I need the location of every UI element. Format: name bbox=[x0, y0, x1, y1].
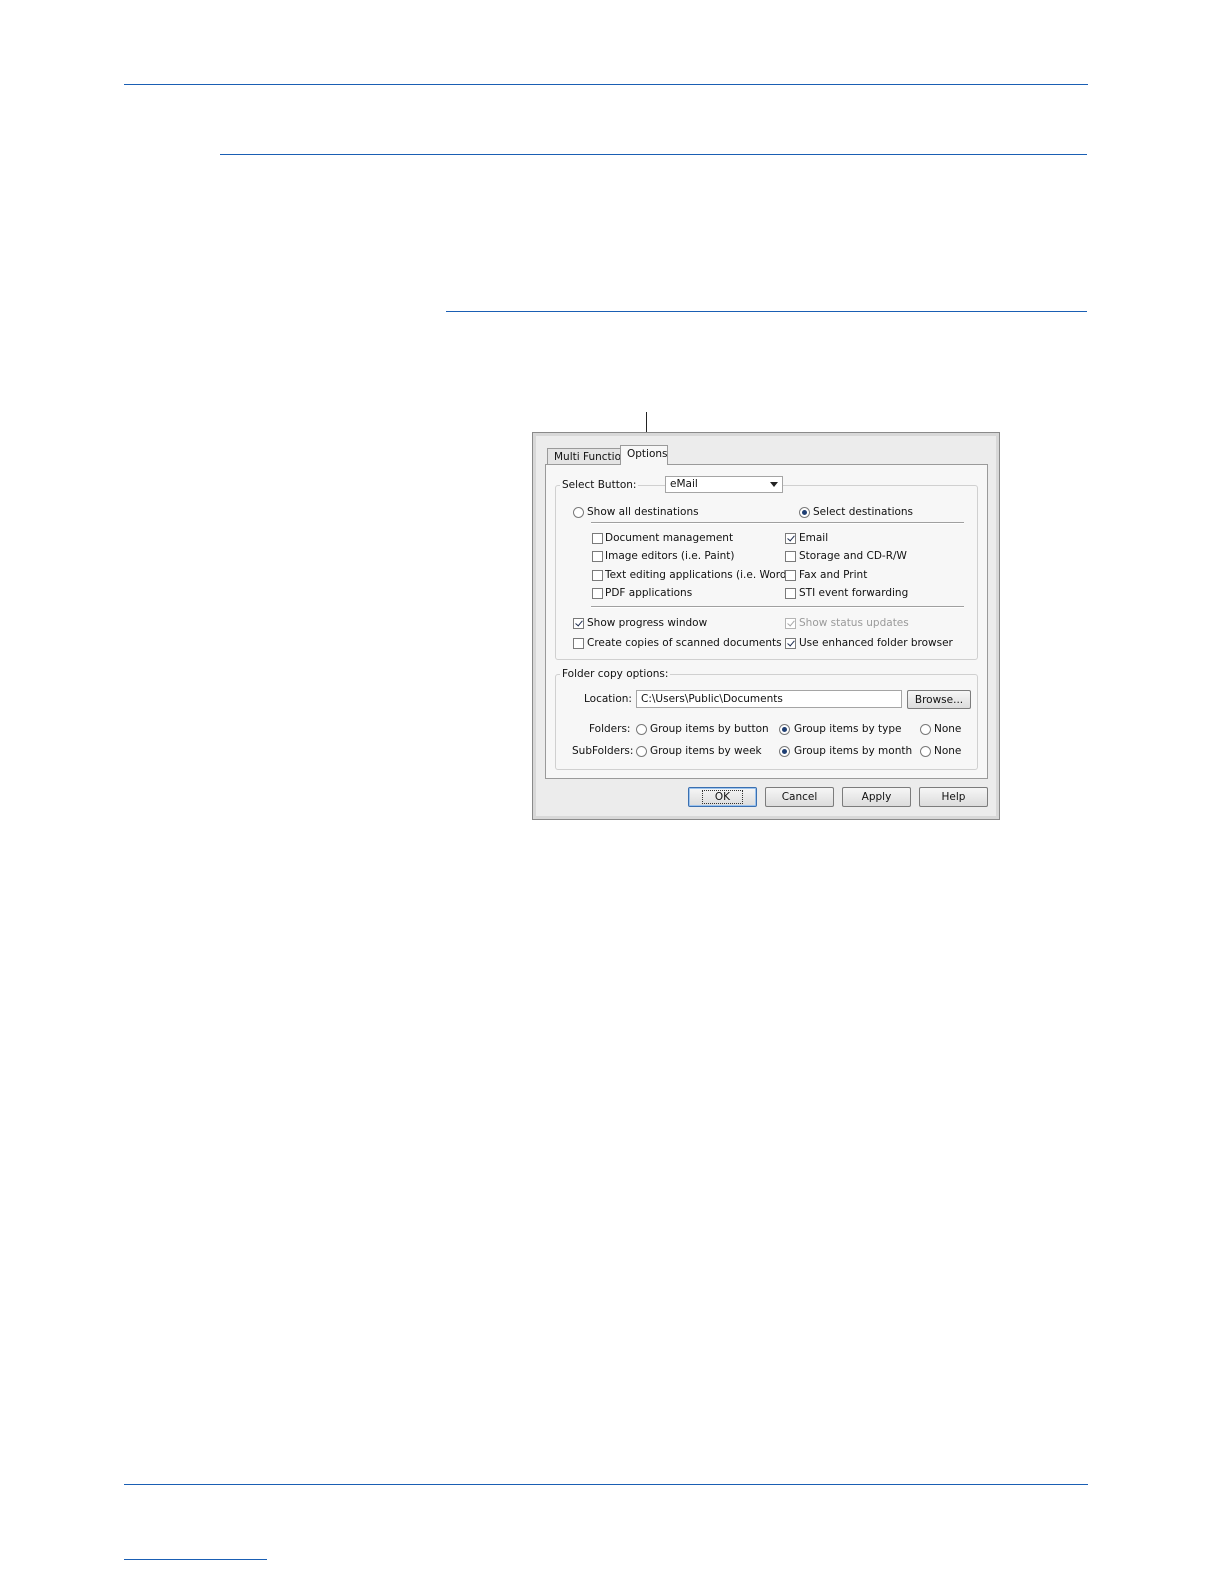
create-copies-label: Create copies of scanned documents bbox=[587, 637, 782, 649]
subfolders-none-radio[interactable] bbox=[920, 746, 931, 757]
tab-label: Options bbox=[627, 448, 668, 460]
image-editors-label: Image editors (i.e. Paint) bbox=[605, 550, 735, 562]
subfolders-option-label: None bbox=[934, 745, 962, 757]
subfolders-option-label: Group items by month bbox=[794, 745, 913, 757]
folders-option-label: None bbox=[934, 723, 962, 735]
document-management-checkbox[interactable] bbox=[592, 533, 603, 544]
select-destinations-radio[interactable] bbox=[799, 507, 810, 518]
subfolders-option-label: Group items by week bbox=[650, 745, 762, 757]
cancel-button[interactable]: Cancel bbox=[765, 787, 834, 807]
separator bbox=[591, 522, 964, 524]
show-all-destinations-label: Show all destinations bbox=[587, 506, 699, 518]
text-editing-label: Text editing applications (i.e. Word) bbox=[605, 569, 791, 581]
tab-multi-function[interactable]: Multi Function bbox=[547, 448, 628, 465]
tab-label: Multi Function bbox=[554, 451, 628, 463]
footer-rule bbox=[124, 1484, 1088, 1485]
use-enhanced-browser-checkbox[interactable] bbox=[785, 638, 796, 649]
use-enhanced-browser-label: Use enhanced folder browser bbox=[799, 637, 953, 649]
sti-event-label: STI event forwarding bbox=[799, 587, 909, 599]
show-all-destinations-radio[interactable] bbox=[573, 507, 584, 518]
browse-button[interactable]: Browse... bbox=[907, 690, 971, 709]
select-destinations-label: Select destinations bbox=[813, 506, 914, 518]
fax-print-label: Fax and Print bbox=[799, 569, 868, 581]
show-progress-window-label: Show progress window bbox=[587, 617, 708, 629]
subfolders-group-by-week-radio[interactable] bbox=[636, 746, 647, 757]
pdf-applications-checkbox[interactable] bbox=[592, 588, 603, 599]
select-button-label: Select Button: bbox=[560, 479, 639, 492]
browse-button-label: Browse... bbox=[914, 694, 964, 706]
folders-group-by-type-radio[interactable] bbox=[779, 724, 790, 735]
apply-button-label: Apply bbox=[861, 791, 892, 803]
chevron-down-icon bbox=[770, 482, 778, 487]
location-value: C:\Users\Public\Documents bbox=[641, 693, 783, 705]
storage-checkbox[interactable] bbox=[785, 551, 796, 562]
location-label: Location: bbox=[584, 693, 632, 705]
email-label: Email bbox=[799, 532, 829, 544]
subfolders-label: SubFolders: bbox=[572, 745, 634, 757]
show-progress-window-checkbox[interactable] bbox=[573, 618, 584, 629]
folders-option-label: Group items by type bbox=[794, 723, 902, 735]
image-editors-checkbox[interactable] bbox=[592, 551, 603, 562]
select-button-dropdown[interactable]: eMail bbox=[665, 476, 783, 493]
subfolders-group-by-month-radio[interactable] bbox=[779, 746, 790, 757]
create-copies-checkbox[interactable] bbox=[573, 638, 584, 649]
email-checkbox[interactable] bbox=[785, 533, 796, 544]
dropdown-value: eMail bbox=[670, 478, 698, 490]
ok-button-label: OK bbox=[701, 790, 744, 804]
cancel-button-label: Cancel bbox=[781, 791, 818, 803]
folders-option-label: Group items by button bbox=[650, 723, 769, 735]
subsection-rule bbox=[446, 311, 1087, 312]
show-status-updates-checkbox bbox=[785, 618, 796, 629]
location-input[interactable]: C:\Users\Public\Documents bbox=[636, 690, 902, 708]
folder-copy-legend: Folder copy options: bbox=[560, 668, 671, 681]
separator bbox=[591, 606, 964, 608]
ok-button[interactable]: OK bbox=[688, 787, 757, 807]
document-management-label: Document management bbox=[605, 532, 734, 544]
sti-event-checkbox[interactable] bbox=[785, 588, 796, 599]
text-editing-checkbox[interactable] bbox=[592, 570, 603, 581]
tab-options[interactable]: Options bbox=[620, 445, 668, 465]
footer-link-underline bbox=[124, 1559, 267, 1560]
folders-label: Folders: bbox=[589, 723, 631, 735]
fax-print-checkbox[interactable] bbox=[785, 570, 796, 581]
help-button-label: Help bbox=[941, 791, 966, 803]
help-button[interactable]: Help bbox=[919, 787, 988, 807]
options-dialog: Multi Function Options Select Button: eM… bbox=[532, 432, 1000, 820]
options-panel: Select Button: eMail Show all destinatio… bbox=[545, 464, 988, 779]
header-rule bbox=[124, 84, 1088, 85]
pdf-applications-label: PDF applications bbox=[605, 587, 693, 599]
folders-none-radio[interactable] bbox=[920, 724, 931, 735]
storage-label: Storage and CD-R/W bbox=[799, 550, 907, 562]
apply-button[interactable]: Apply bbox=[842, 787, 911, 807]
show-status-updates-label: Show status updates bbox=[799, 617, 909, 629]
folders-group-by-button-radio[interactable] bbox=[636, 724, 647, 735]
section-rule bbox=[220, 154, 1087, 155]
